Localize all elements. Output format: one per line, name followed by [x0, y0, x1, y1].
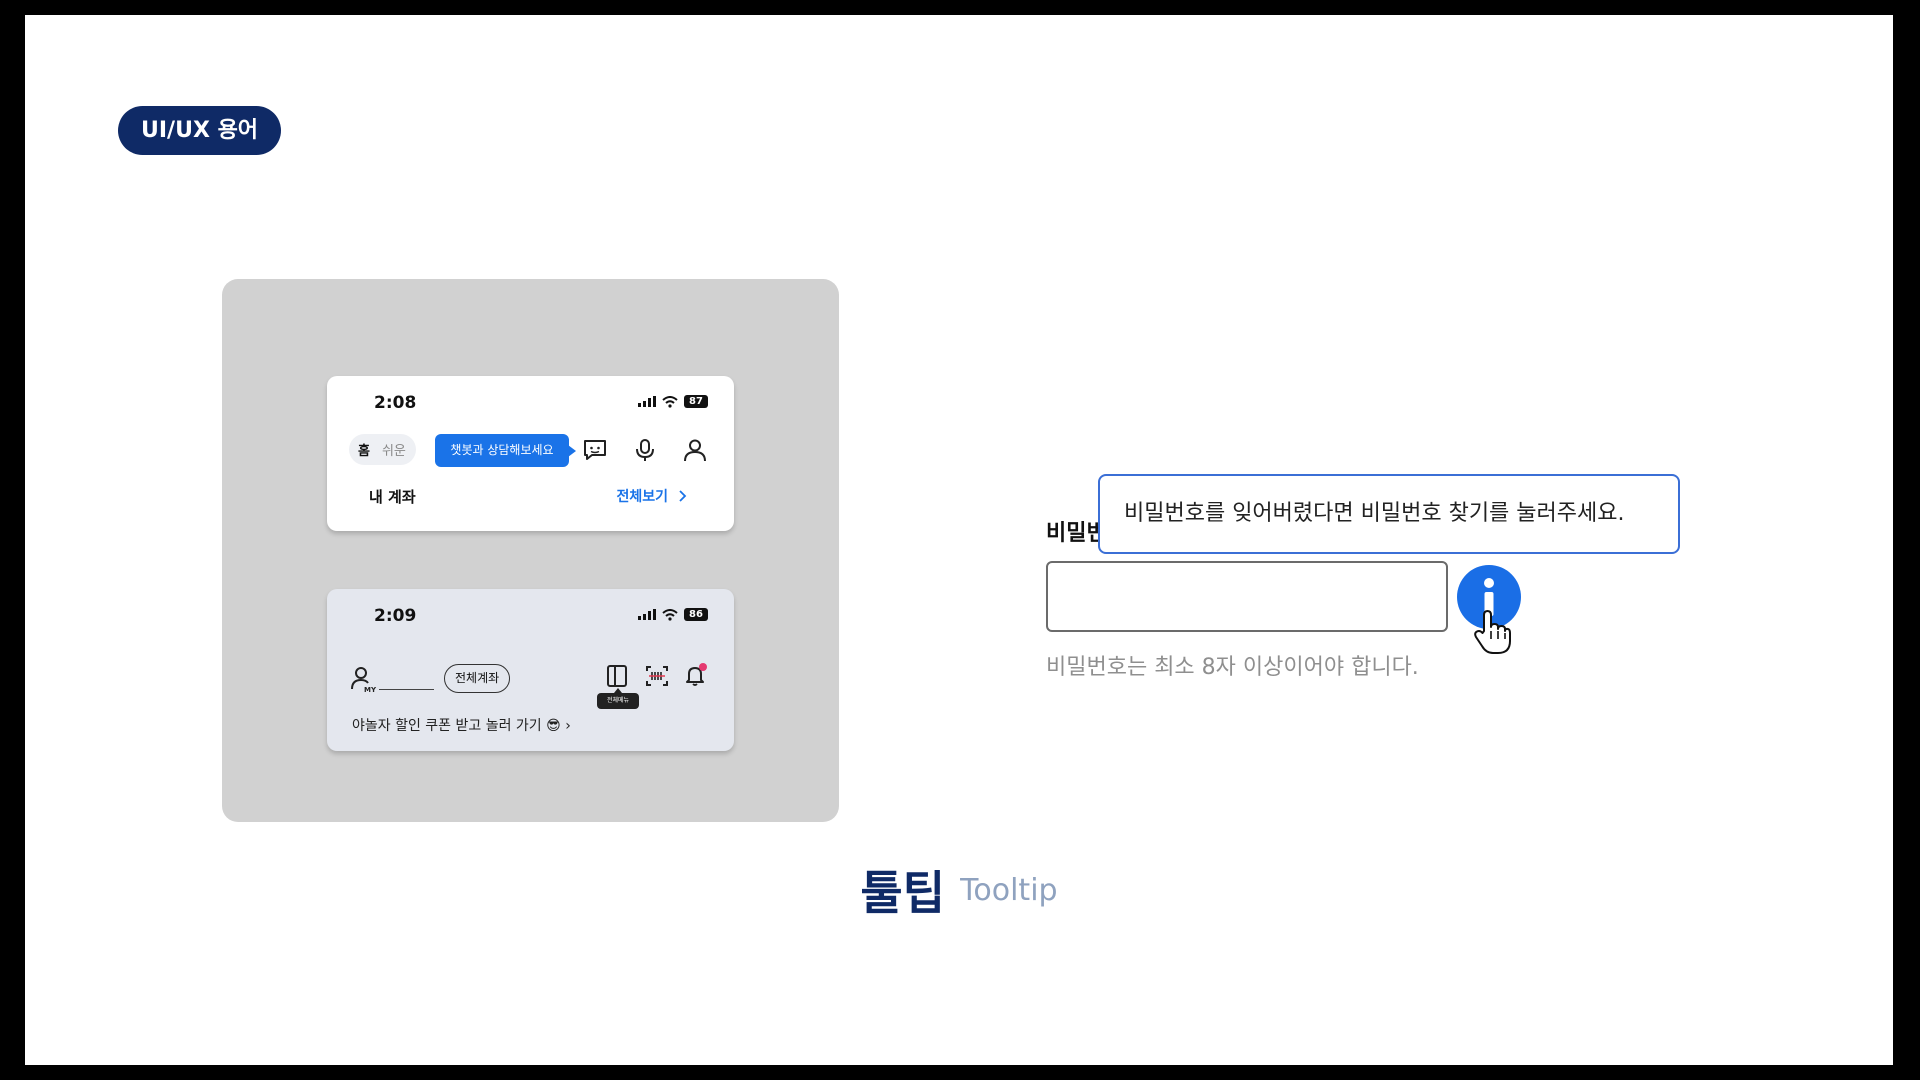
phone-screen-two: 2:09 86 MY 전체계좌 전체메뉴 야놀자 할인 쿠폰 받고 놀러 가기 …	[327, 589, 734, 751]
username-placeholder	[379, 689, 434, 690]
mode-toggle[interactable]: 홈 쉬운	[349, 434, 416, 465]
mode-home[interactable]: 홈	[358, 440, 370, 459]
menu-panel-icon[interactable]	[605, 664, 629, 688]
slide: UI/UX 용어 2:08 87 홈 쉬운 챗봇과 상담해보세요 내 계좌 전체…	[25, 15, 1893, 1065]
chevron-right-icon: ›	[565, 718, 571, 734]
caption-english: Tooltip	[960, 872, 1058, 908]
section-title: 내 계좌	[369, 488, 416, 506]
caption-korean: 툴팁	[860, 866, 946, 920]
wifi-icon	[662, 608, 678, 621]
example-stage: 2:08 87 홈 쉬운 챗봇과 상담해보세요 내 계좌 전체보기 2:09 8…	[222, 279, 839, 822]
wifi-icon	[662, 395, 678, 408]
topic-tag: UI/UX 용어	[118, 106, 282, 155]
status-time: 2:08	[374, 393, 417, 413]
microphone-icon[interactable]	[632, 437, 658, 463]
menu-tooltip: 전체메뉴	[597, 688, 639, 709]
password-tooltip: 비밀번호를 잊어버렸다면 비밀번호 찾기를 눌러주세요.	[1098, 474, 1680, 554]
chat-icon[interactable]	[582, 437, 608, 463]
status-bar: 87	[638, 395, 708, 408]
password-input[interactable]	[1046, 561, 1448, 632]
my-profile-icon[interactable]: MY	[349, 665, 377, 693]
profile-icon[interactable]	[682, 437, 708, 463]
signal-icon	[638, 396, 656, 407]
battery-icon: 86	[684, 608, 708, 621]
avatar-label: MY	[364, 686, 377, 693]
promo-banner[interactable]: 야놀자 할인 쿠폰 받고 놀러 가기 😎 ›	[352, 715, 571, 735]
notification-bell-icon[interactable]	[683, 662, 709, 688]
signal-icon	[638, 609, 656, 620]
status-bar: 86	[638, 608, 708, 621]
barcode-scan-icon[interactable]	[645, 664, 669, 688]
password-helper-text: 비밀번호는 최소 8자 이상이어야 합니다.	[1046, 655, 1419, 680]
phone-screen-one: 2:08 87 홈 쉬운 챗봇과 상담해보세요 내 계좌 전체보기	[327, 376, 734, 531]
promo-text: 야놀자 할인 쿠폰 받고 놀러 가기	[352, 718, 542, 734]
hand-cursor-icon	[1474, 610, 1511, 654]
chatbot-tooltip: 챗봇과 상담해보세요	[435, 434, 576, 467]
all-accounts-button[interactable]: 전체계좌	[444, 664, 511, 693]
status-time: 2:09	[374, 606, 417, 626]
view-all-link[interactable]: 전체보기	[616, 486, 668, 506]
sunglasses-emoji: 😎	[546, 718, 561, 734]
mode-easy[interactable]: 쉬운	[382, 440, 406, 459]
slide-caption: 툴팁 Tooltip	[25, 857, 1893, 923]
chevron-right-icon	[679, 490, 687, 502]
battery-icon: 87	[684, 395, 708, 408]
